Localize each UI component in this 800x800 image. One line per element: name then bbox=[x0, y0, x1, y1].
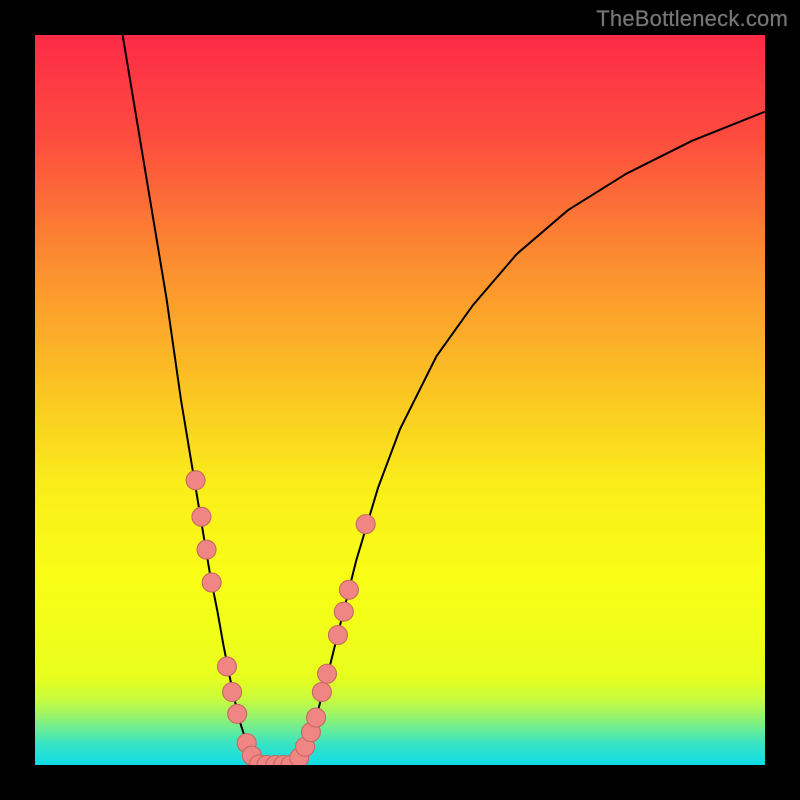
data-marker bbox=[307, 708, 326, 727]
chart-frame: TheBottleneck.com bbox=[0, 0, 800, 800]
data-marker bbox=[186, 471, 205, 490]
data-marker bbox=[192, 507, 211, 526]
data-marker bbox=[318, 664, 337, 683]
data-marker bbox=[339, 580, 358, 599]
watermark-text: TheBottleneck.com bbox=[596, 6, 788, 32]
data-marker bbox=[228, 704, 247, 723]
data-marker bbox=[334, 602, 353, 621]
data-marker bbox=[328, 626, 347, 645]
data-marker bbox=[356, 515, 375, 534]
data-marker bbox=[197, 540, 216, 559]
bottleneck-curve bbox=[35, 35, 765, 765]
data-marker bbox=[218, 657, 237, 676]
plot-area bbox=[35, 35, 765, 765]
data-marker bbox=[202, 573, 221, 592]
data-marker bbox=[312, 683, 331, 702]
data-marker bbox=[223, 683, 242, 702]
